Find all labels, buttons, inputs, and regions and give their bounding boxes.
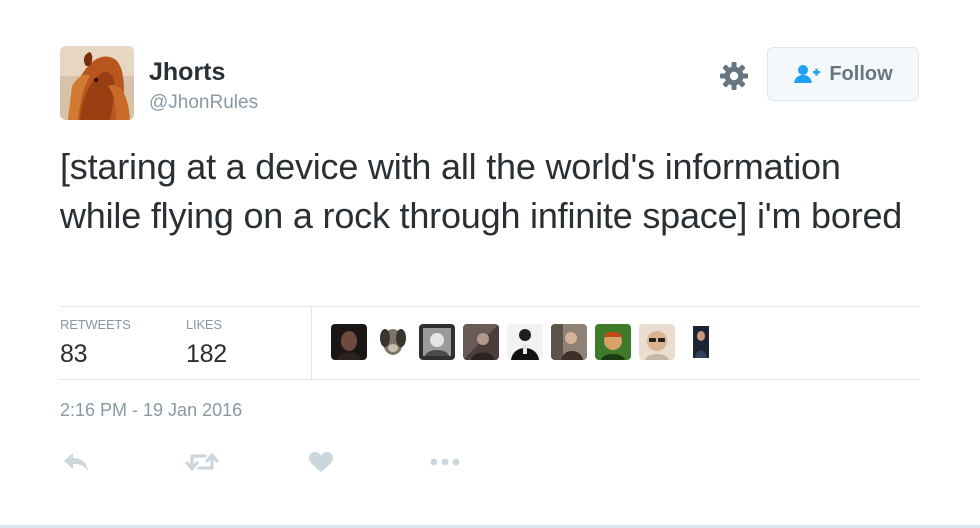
liker-avatar[interactable]	[639, 324, 675, 360]
like-icon	[309, 452, 333, 472]
retweet-button[interactable]	[184, 448, 220, 476]
tweet-timestamp[interactable]: 2:16 PM - 19 Jan 2016	[60, 400, 242, 421]
more-icon	[430, 458, 460, 466]
stats-divider	[311, 307, 312, 379]
liker-avatar[interactable]	[463, 324, 499, 360]
liker-avatar[interactable]	[375, 324, 411, 360]
retweets-stat[interactable]: RETWEETS 83	[60, 317, 131, 369]
reply-icon	[64, 453, 88, 471]
reply-button[interactable]	[58, 448, 94, 476]
gear-icon	[720, 62, 748, 90]
retweets-count: 83	[60, 340, 88, 368]
more-button[interactable]	[427, 448, 463, 476]
user-handle[interactable]: @JhonRules	[149, 92, 258, 114]
liker-avatars	[331, 324, 719, 360]
likes-count: 182	[186, 340, 227, 368]
tweet-text: [staring at a device with all the world'…	[60, 146, 903, 236]
like-button[interactable]	[303, 448, 339, 476]
liker-avatar[interactable]	[331, 324, 367, 360]
likes-stat[interactable]: LIKES 182	[186, 317, 227, 369]
horse-avatar-icon	[60, 46, 134, 120]
liker-avatar[interactable]	[595, 324, 631, 360]
liker-avatar[interactable]	[507, 324, 543, 360]
add-user-icon	[794, 65, 821, 83]
follow-label: Follow	[829, 62, 893, 85]
tweet-card: Jhorts @JhonRules Follow [staring at a d…	[0, 0, 980, 528]
user-avatar[interactable]	[60, 46, 134, 120]
settings-button[interactable]	[718, 60, 750, 92]
liker-avatar[interactable]	[551, 324, 587, 360]
retweets-label: RETWEETS	[60, 317, 131, 332]
liker-avatar[interactable]	[419, 324, 455, 360]
liker-avatar[interactable]	[683, 324, 719, 360]
follow-button[interactable]: Follow	[767, 47, 919, 101]
retweet-icon	[185, 453, 219, 471]
tweet-stats: RETWEETS 83 LIKES 182	[60, 306, 919, 380]
user-display-name[interactable]: Jhorts	[149, 58, 225, 87]
likes-label: LIKES	[186, 317, 222, 332]
